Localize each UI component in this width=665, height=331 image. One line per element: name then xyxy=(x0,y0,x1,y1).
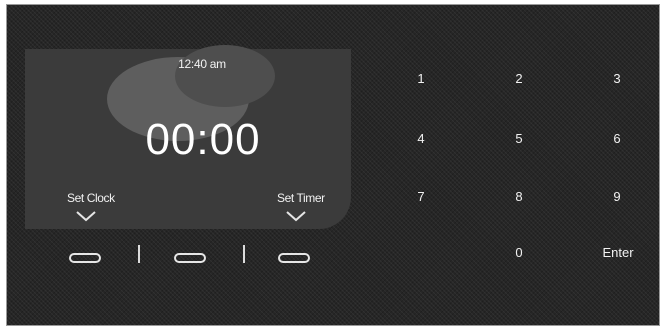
key-4[interactable]: 4 xyxy=(401,131,441,146)
display-highlight-secondary xyxy=(175,45,275,107)
clock-time: 12:40 am xyxy=(178,57,226,71)
set-timer-button[interactable] xyxy=(278,253,310,263)
control-panel: 12:40 am 00:00 Set Clock Set Timer 1 2 3… xyxy=(6,4,660,326)
divider xyxy=(243,245,245,263)
key-8[interactable]: 8 xyxy=(499,189,539,204)
key-9[interactable]: 9 xyxy=(597,189,637,204)
set-clock-button[interactable] xyxy=(69,253,101,263)
enter-key[interactable]: Enter xyxy=(595,245,641,260)
key-2[interactable]: 2 xyxy=(499,71,539,86)
chevron-down-icon xyxy=(76,211,96,222)
key-0[interactable]: 0 xyxy=(499,245,539,260)
key-7[interactable]: 7 xyxy=(401,189,441,204)
divider xyxy=(138,245,140,263)
timer-display: 00:00 xyxy=(145,115,261,164)
key-1[interactable]: 1 xyxy=(401,71,441,86)
middle-soft-button[interactable] xyxy=(174,253,206,263)
chevron-down-icon xyxy=(286,211,306,222)
set-timer-label: Set Timer xyxy=(277,191,325,205)
key-5[interactable]: 5 xyxy=(499,131,539,146)
key-6[interactable]: 6 xyxy=(597,131,637,146)
set-clock-label: Set Clock xyxy=(67,191,115,205)
key-3[interactable]: 3 xyxy=(597,71,637,86)
